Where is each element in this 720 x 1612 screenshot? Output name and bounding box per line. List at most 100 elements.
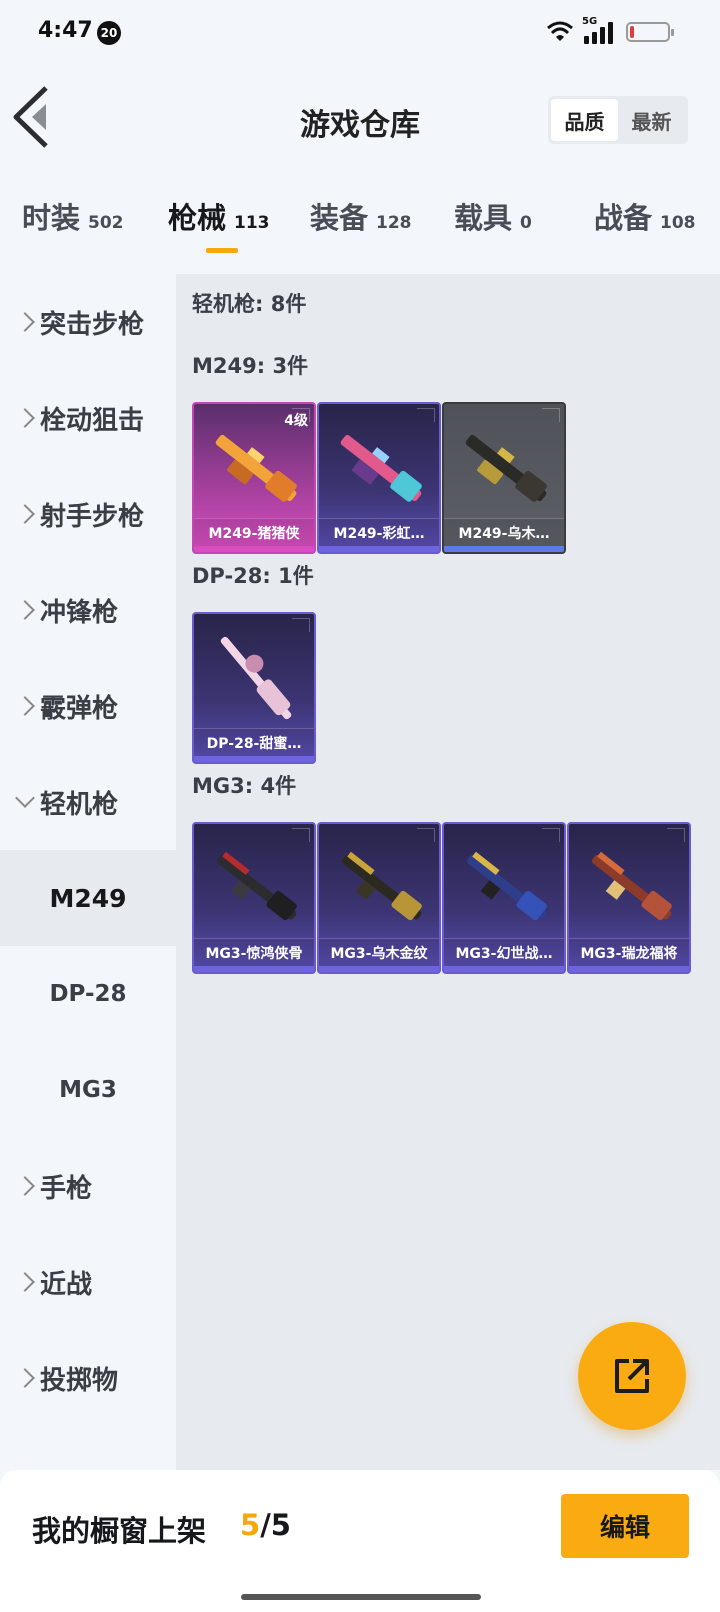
tab-label: 装备 (310, 201, 369, 235)
sidebar-item-label: 射手步枪 (40, 501, 145, 532)
weapon-type-sidebar: 突击步枪 栓动狙击 射手步枪 冲锋枪 霰弹枪 轻机枪 M249 DP-28 MG… (0, 274, 176, 1470)
showcase-bar: 我的橱窗上架 5/5 编辑 (0, 1470, 720, 1612)
chevron-down-icon (15, 788, 35, 808)
sidebar-item-throwables[interactable]: 投掷物 (0, 1330, 176, 1426)
status-bar: 4:47 20 5G (0, 0, 720, 64)
skin-card[interactable]: MG3-瑞龙福将 (567, 822, 691, 974)
rarity-strip (194, 966, 314, 972)
showcase-count-current: 5 (240, 1508, 261, 1542)
tab-label: 枪械 (168, 201, 227, 235)
skin-name: M249-乌木… (444, 518, 564, 546)
chevron-right-icon (15, 696, 35, 716)
category-tabs: 时装 502 枪械 113 装备 128 载具 0 战备 108 (0, 195, 720, 265)
rarity-strip (444, 966, 564, 972)
tab-count: 0 (520, 213, 532, 233)
rarity-strip (319, 546, 439, 552)
group-title-m249: M249: 3件 (192, 354, 309, 378)
tab-count: 113 (234, 213, 270, 233)
skin-name: M249-彩虹… (319, 518, 439, 546)
tab-firearms[interactable]: 枪械 113 (168, 195, 270, 237)
skin-card[interactable]: M249-彩虹… (317, 402, 441, 554)
tab-fashion[interactable]: 时装 502 (22, 195, 124, 237)
skin-card[interactable]: MG3-乌木金纹 (317, 822, 441, 974)
category-title: 轻机枪: 8件 (192, 292, 307, 316)
sidebar-item-label: 霰弹枪 (40, 693, 119, 724)
tab-vehicles[interactable]: 载具 0 (454, 195, 532, 237)
skin-card[interactable]: MG3-惊鸿侠骨 (192, 822, 316, 974)
sidebar-item-smg[interactable]: 冲锋枪 (0, 562, 176, 658)
share-button[interactable] (578, 1322, 686, 1430)
sidebar-item-label: 投掷物 (40, 1365, 119, 1396)
chevron-right-icon (15, 504, 35, 524)
sort-newest-button[interactable]: 最新 (618, 99, 685, 141)
sidebar-subitem-m249[interactable]: M249 (0, 850, 176, 946)
sidebar-item-label: 栓动狙击 (40, 405, 145, 436)
sidebar-subitem-dp28[interactable]: DP-28 (0, 946, 176, 1042)
sidebar-item-label: 手枪 (40, 1173, 93, 1204)
skin-name: MG3-瑞龙福将 (569, 938, 689, 966)
chevron-right-icon (15, 312, 35, 332)
chevron-right-icon (15, 408, 35, 428)
lmg-skin-image (340, 434, 422, 502)
sidebar-item-label: 近战 (40, 1269, 93, 1300)
sidebar-item-shotgun[interactable]: 霰弹枪 (0, 658, 176, 754)
battery-icon (626, 22, 674, 42)
lmg-skin-image (220, 636, 292, 720)
skin-card[interactable]: 4级 M249-猪猪侠 (192, 402, 316, 554)
skin-name: MG3-幻世战… (444, 938, 564, 966)
skin-name: M249-猪猪侠 (194, 518, 314, 546)
item-grid-panel: 轻机枪: 8件 M249: 3件 4级 M249-猪猪侠 M249-彩虹… M2… (176, 274, 720, 1470)
tab-label: 载具 (454, 201, 513, 235)
tab-label: 战备 (594, 201, 653, 235)
skin-card[interactable]: DP-28-甜蜜… (192, 612, 316, 764)
group-title-mg3: MG3: 4件 (192, 774, 297, 798)
chevron-right-icon (15, 600, 35, 620)
chevron-right-icon (15, 1368, 35, 1388)
sidebar-item-label: 突击步枪 (40, 309, 145, 340)
sidebar-item-label: 轻机枪 (40, 789, 119, 820)
tab-label: 时装 (22, 201, 81, 235)
lmg-skin-image (215, 434, 297, 502)
sort-quality-button[interactable]: 品质 (551, 99, 618, 141)
skin-name: MG3-惊鸿侠骨 (194, 938, 314, 966)
lmg-skin-image (465, 434, 547, 502)
sidebar-item-melee[interactable]: 近战 (0, 1234, 176, 1330)
sidebar-item-pistol[interactable]: 手枪 (0, 1138, 176, 1234)
tab-count: 502 (88, 213, 124, 233)
rarity-strip (194, 756, 314, 762)
tab-combat-gear[interactable]: 战备 108 (594, 195, 696, 237)
lmg-skin-image (466, 851, 547, 921)
tab-count: 128 (376, 213, 412, 233)
edit-button[interactable]: 编辑 (561, 1494, 689, 1558)
tab-equipment[interactable]: 装备 128 (310, 195, 412, 237)
signal-icon: 5G (582, 16, 618, 44)
home-indicator[interactable] (241, 1594, 481, 1600)
chevron-right-icon (15, 1176, 35, 1196)
sidebar-item-assault-rifle[interactable]: 突击步枪 (0, 274, 176, 370)
share-export-icon (615, 1359, 649, 1393)
skin-card[interactable]: M249-乌木… (442, 402, 566, 554)
tab-count: 108 (660, 213, 696, 233)
sidebar-item-label: 冲锋枪 (40, 597, 119, 628)
chevron-right-icon (15, 1272, 35, 1292)
item-level: 4级 (284, 413, 308, 429)
group-title-dp28: DP-28: 1件 (192, 564, 314, 588)
wifi-icon (547, 21, 573, 41)
sidebar-item-bolt-sniper[interactable]: 栓动狙击 (0, 370, 176, 466)
sidebar-item-marksman-rifle[interactable]: 射手步枪 (0, 466, 176, 562)
sidebar-item-lmg[interactable]: 轻机枪 (0, 754, 176, 850)
sort-toggle: 品质 最新 (548, 96, 688, 144)
showcase-label: 我的橱窗上架 (32, 1514, 207, 1548)
active-tab-indicator (206, 248, 238, 253)
notification-badge: 20 (97, 21, 121, 45)
lmg-skin-image (341, 851, 422, 921)
rarity-strip (319, 966, 439, 972)
network-type: 5G (582, 16, 598, 27)
sidebar-subitem-mg3[interactable]: MG3 (0, 1042, 176, 1138)
lmg-skin-image (216, 851, 297, 921)
lmg-skin-image (591, 851, 672, 921)
status-time: 4:47 (38, 18, 93, 43)
skin-card[interactable]: MG3-幻世战… (442, 822, 566, 974)
showcase-count: 5/5 (240, 1508, 291, 1542)
rarity-strip (444, 546, 564, 552)
